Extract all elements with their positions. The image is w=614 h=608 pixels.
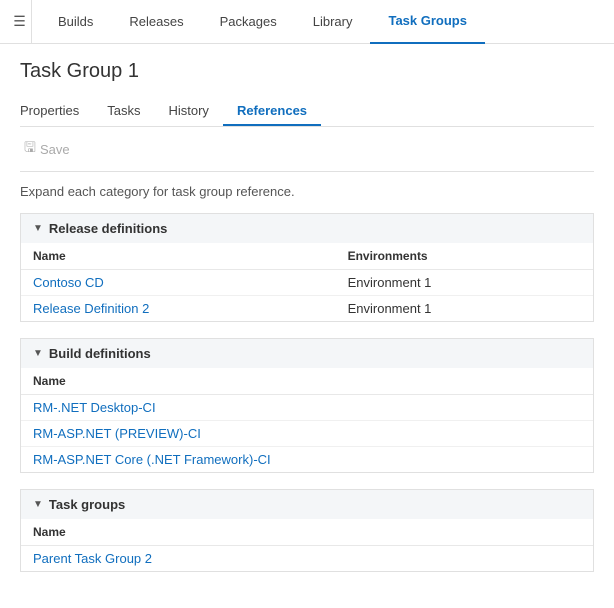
col-header-environments: Environments [336, 243, 593, 270]
tab-history[interactable]: History [154, 97, 222, 126]
tab-tasks[interactable]: Tasks [93, 97, 154, 126]
save-icon: 🖫 [24, 137, 36, 161]
section-header-task-groups[interactable]: ▼ Task groups [21, 490, 593, 519]
toolbar: 🖫 Save [20, 127, 594, 172]
section-release-definitions: ▼Release definitionsNameEnvironmentsCont… [20, 213, 594, 322]
section-header-build-definitions[interactable]: ▼ Build definitions [21, 339, 593, 368]
tab-properties[interactable]: Properties [20, 97, 93, 126]
section-title: Release definitions [49, 221, 167, 236]
row-name-link[interactable]: RM-ASP.NET (PREVIEW)-CI [33, 426, 201, 441]
page-title: Task Group 1 [20, 60, 594, 83]
nav-item-packages[interactable]: Packages [202, 0, 295, 44]
save-button[interactable]: 🖫 Save [20, 135, 74, 163]
sections-container: ▼Release definitionsNameEnvironmentsCont… [20, 213, 594, 588]
description-text: Expand each category for task group refe… [20, 184, 594, 199]
main-content: Task Group 1 PropertiesTasksHistoryRefer… [0, 44, 614, 608]
row-name-link[interactable]: Contoso CD [33, 275, 104, 290]
col-header-name: Name [21, 368, 593, 395]
chevron-icon: ▼ [33, 499, 43, 510]
col-header-name: Name [21, 243, 336, 270]
table-row: RM-ASP.NET Core (.NET Framework)-CI [21, 447, 593, 473]
section-header-release-definitions[interactable]: ▼ Release definitions [21, 214, 593, 243]
tab-references[interactable]: References [223, 97, 321, 126]
nav-item-library[interactable]: Library [295, 0, 371, 44]
row-environment: Environment 1 [336, 296, 593, 322]
nav-item-builds[interactable]: Builds [40, 0, 111, 44]
table-row: Parent Task Group 2 [21, 546, 593, 572]
table-row: RM-ASP.NET (PREVIEW)-CI [21, 421, 593, 447]
section-table-release-definitions: NameEnvironmentsContoso CDEnvironment 1R… [21, 243, 593, 321]
col-header-name: Name [21, 519, 593, 546]
section-table-task-groups: Name Parent Task Group 2 [21, 519, 593, 571]
row-environment: Environment 1 [336, 270, 593, 296]
section-table-build-definitions: Name RM-.NET Desktop-CI RM-ASP.NET (PREVIE… [21, 368, 593, 472]
table-row: Release Definition 2 Environment 1 [21, 296, 593, 322]
nav-toggle[interactable]: ☰ [8, 0, 32, 44]
row-name-link[interactable]: Parent Task Group 2 [33, 551, 152, 566]
section-title: Task groups [49, 497, 125, 512]
table-row: Contoso CD Environment 1 [21, 270, 593, 296]
section-task-groups: ▼ Task groups Name Parent Task Group 2 [20, 489, 594, 572]
row-name-link[interactable]: RM-ASP.NET Core (.NET Framework)-CI [33, 452, 271, 467]
chevron-icon: ▼ [33, 223, 43, 234]
save-label: Save [40, 142, 70, 157]
row-name-link[interactable]: Release Definition 2 [33, 301, 149, 316]
sub-tabs: PropertiesTasksHistoryReferences [20, 97, 594, 127]
section-build-definitions: ▼ Build definitions Name RM-.NET Desktop-CI… [20, 338, 594, 473]
table-row: RM-.NET Desktop-CI [21, 395, 593, 421]
section-title: Build definitions [49, 346, 151, 361]
nav-item-task-groups[interactable]: Task Groups [370, 0, 485, 44]
chevron-icon: ▼ [33, 348, 43, 359]
top-nav: ☰ BuildsReleasesPackagesLibraryTask Grou… [0, 0, 614, 44]
nav-item-releases[interactable]: Releases [111, 0, 201, 44]
row-name-link[interactable]: RM-.NET Desktop-CI [33, 400, 156, 415]
